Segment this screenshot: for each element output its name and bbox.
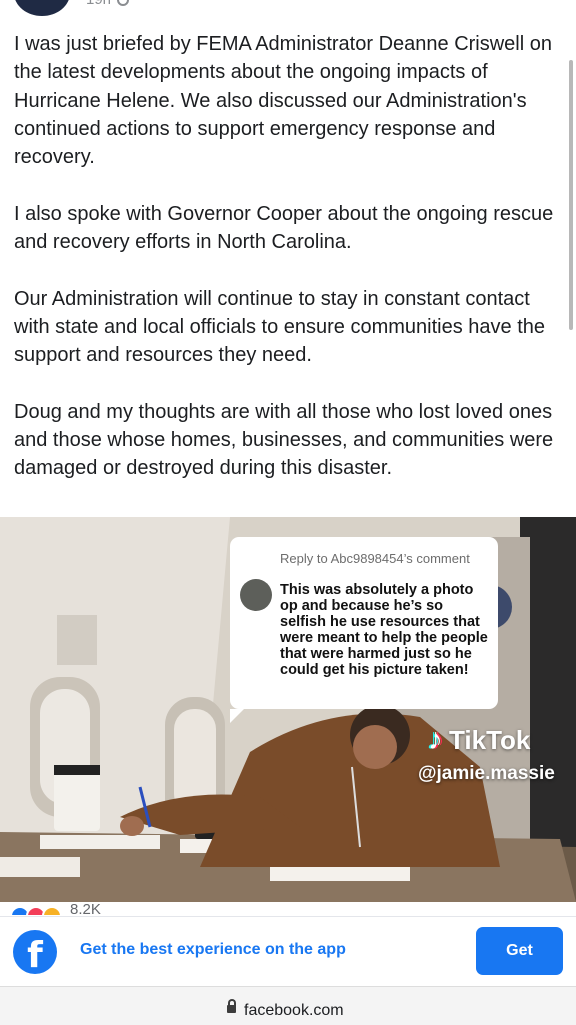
get-app-button[interactable]: Get xyxy=(476,927,563,975)
url-text: facebook.com xyxy=(244,1002,344,1019)
browser-url-bar[interactable]: facebook.com xyxy=(0,986,576,1025)
banner-text: Get the best experience on the app xyxy=(80,941,346,958)
post-time[interactable]: 19h xyxy=(86,0,111,8)
post-paragraph: Doug and my thoughts are with all those … xyxy=(14,400,554,480)
post-video[interactable]: Reply to Abc9898454’s comment This was a… xyxy=(0,517,576,902)
post-paragraph: I also spoke with Governor Cooper about … xyxy=(14,202,554,254)
reaction-count: 8.2K xyxy=(70,903,101,915)
tiktok-username: @jamie.massie xyxy=(418,763,555,784)
tiktok-brand: TikTok xyxy=(449,724,531,755)
tiktok-watermark: ♪ TikTok xyxy=(428,723,530,757)
reply-header: Reply to Abc9898454’s comment xyxy=(280,551,470,566)
tiktok-icon: ♪ xyxy=(428,723,443,756)
reply-text: This was absolutely a photo op and becau… xyxy=(280,582,488,678)
author-avatar[interactable] xyxy=(14,0,70,16)
post-body: I was just briefed by FEMA Administrator… xyxy=(14,30,570,511)
commenter-avatar xyxy=(240,579,272,611)
post-paragraph: I was just briefed by FEMA Administrator… xyxy=(14,33,552,169)
reply-comment-bubble: Reply to Abc9898454’s comment This was a… xyxy=(230,537,498,723)
page-scrollbar[interactable] xyxy=(569,60,573,330)
facebook-logo-icon: f xyxy=(13,930,57,974)
post-paragraph: Our Administration will continue to stay… xyxy=(14,287,546,367)
lock-icon xyxy=(227,999,236,1013)
open-app-banner: f Get the best experience on the app Get xyxy=(0,916,576,987)
globe-icon xyxy=(117,0,130,6)
post-header: 19h xyxy=(0,0,576,20)
care-reaction-icon xyxy=(42,906,62,915)
reaction-summary[interactable]: 8.2K xyxy=(10,903,210,915)
post-meta: 19h xyxy=(86,0,130,8)
